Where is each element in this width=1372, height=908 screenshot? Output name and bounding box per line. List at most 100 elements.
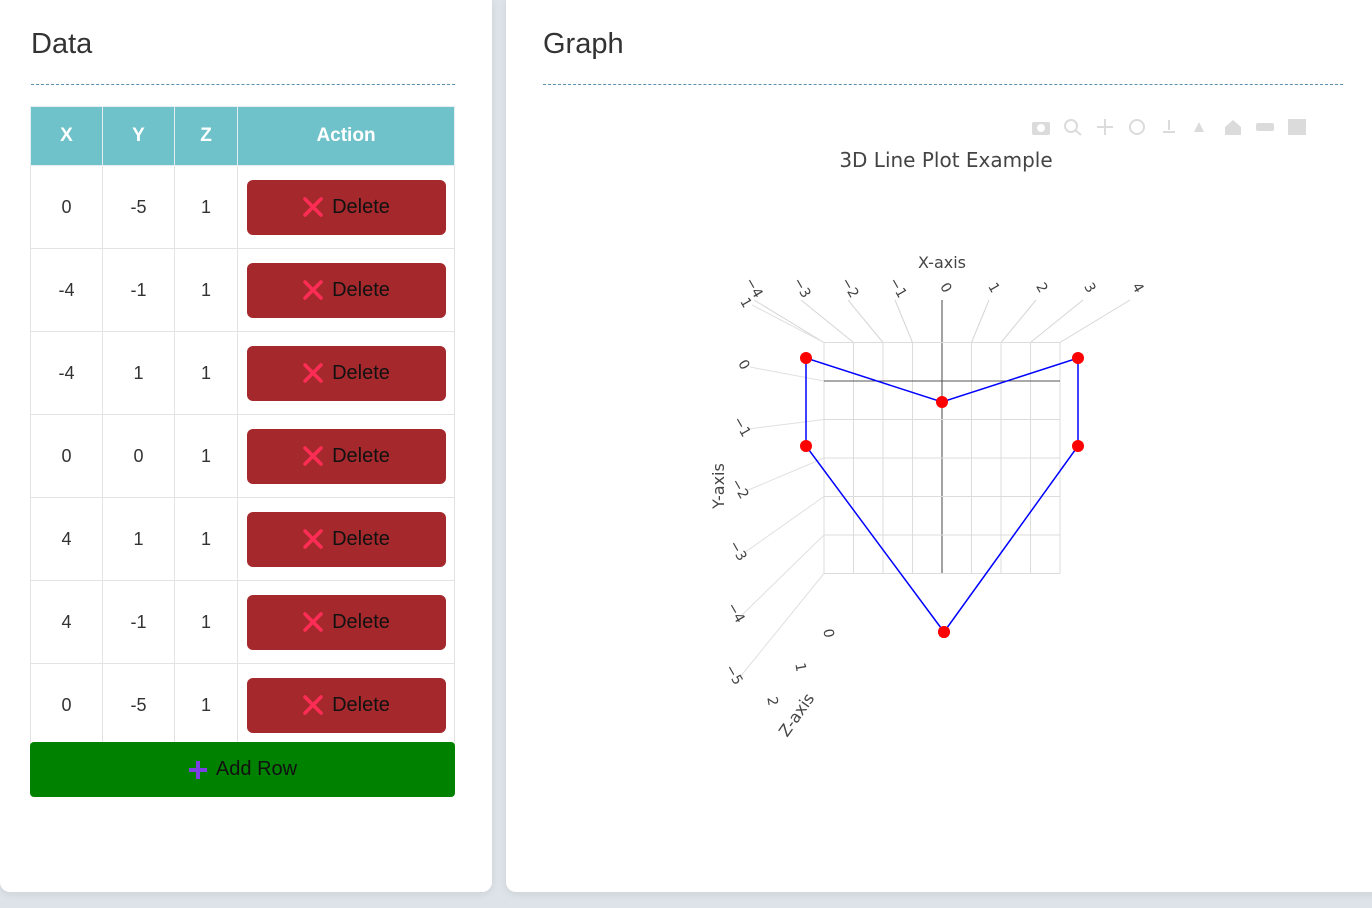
close-icon [303, 197, 323, 217]
data-point[interactable] [800, 440, 812, 452]
data-point[interactable] [1072, 440, 1084, 452]
cell-z: 1 [174, 663, 238, 747]
cell-z: 1 [174, 331, 238, 415]
cell-x: 4 [30, 580, 103, 664]
cell-x: 0 [30, 165, 103, 249]
delete-row-button[interactable]: Delete [246, 428, 446, 484]
x-gridline [1059, 299, 1131, 343]
cell-y: -1 [102, 248, 175, 332]
cell-y: 0 [102, 414, 175, 498]
x-gridline [971, 299, 990, 343]
cell-action: Delete [237, 580, 455, 664]
cell-z: 1 [174, 414, 238, 498]
cell-action: Delete [237, 165, 455, 249]
cell-x: 0 [30, 663, 103, 747]
x-tick-label: −2 [837, 275, 861, 301]
add-row-label: Add Row [215, 758, 298, 780]
z-tick-label: 1 [791, 662, 808, 674]
close-icon [303, 363, 323, 383]
y-tick-label: 0 [734, 357, 752, 373]
close-icon [303, 529, 323, 549]
x-gridline [894, 299, 913, 343]
cell-action: Delete [237, 248, 455, 332]
y-tick-label: −4 [723, 600, 747, 626]
y-gridline [741, 534, 825, 616]
table-row: -4 1 1 Delete [30, 331, 455, 415]
cell-x: 4 [30, 497, 103, 581]
delete-label: Delete [332, 444, 390, 467]
cell-z: 1 [174, 497, 238, 581]
y-tick-label: −3 [725, 538, 749, 564]
y-gridline [749, 366, 825, 382]
header-x: X [30, 106, 103, 166]
delete-label: Delete [332, 195, 390, 218]
data-table: X Y Z Action 0 -5 1 Delete -4 -1 1 Delete -4 1 1 De… [30, 106, 455, 747]
x-tick-label: 2 [1032, 280, 1050, 296]
plus-icon [188, 760, 207, 779]
delete-row-button[interactable]: Delete [246, 511, 446, 567]
y-gridline [739, 573, 825, 678]
data-panel-title: Data [31, 28, 93, 60]
delete-label: Delete [332, 278, 390, 301]
x-tick-label: 0 [936, 280, 954, 296]
data-point[interactable] [936, 396, 948, 408]
data-panel: Data X Y Z Action 0 -5 1 Delete -4 -1 1 Delete -… [0, 0, 492, 892]
header-y: Y [102, 106, 175, 166]
x-gridline [753, 299, 825, 343]
y-tick-label: −1 [729, 414, 753, 440]
delete-label: Delete [332, 610, 390, 633]
cell-y: -1 [102, 580, 175, 664]
delete-row-button[interactable]: Delete [246, 179, 446, 235]
y-gridline [745, 457, 825, 492]
x-gridline [847, 299, 884, 343]
table-row: 0 -5 1 Delete [30, 165, 455, 249]
cell-z: 1 [174, 580, 238, 664]
delete-row-button[interactable]: Delete [246, 594, 446, 650]
cell-y: 1 [102, 497, 175, 581]
table-body: 0 -5 1 Delete -4 -1 1 Delete -4 1 1 Delete 0 0 1 Delete… [30, 165, 455, 747]
cell-x: 0 [30, 414, 103, 498]
x-gridline [1030, 299, 1084, 343]
y-gridline [747, 419, 825, 430]
close-icon [303, 446, 323, 466]
cell-action: Delete [237, 331, 455, 415]
y-axis-label: Y-axis [709, 463, 728, 510]
data-point[interactable] [938, 626, 950, 638]
delete-row-button[interactable]: Delete [246, 677, 446, 733]
x-axis-label: X-axis [918, 253, 966, 272]
delete-row-button[interactable]: Delete [246, 345, 446, 401]
header-action: Action [237, 106, 455, 166]
close-icon [303, 280, 323, 300]
cell-y: -5 [102, 663, 175, 747]
add-row-button[interactable]: Add Row [30, 742, 455, 797]
cell-z: 1 [174, 248, 238, 332]
z-tick-label: 2 [763, 696, 780, 708]
delete-label: Delete [332, 693, 390, 716]
y-tick-label: −2 [727, 476, 751, 502]
cell-action: Delete [237, 414, 455, 498]
z-tick-label: 0 [819, 628, 836, 640]
delete-label: Delete [332, 361, 390, 384]
data-point[interactable] [1072, 352, 1084, 364]
close-icon [303, 612, 323, 632]
table-row: -4 -1 1 Delete [30, 248, 455, 332]
x-tick-label: −3 [789, 275, 813, 301]
y-gridline [751, 304, 825, 343]
plot-3d[interactable]: −4 −3 −2 −1 0 1 2 3 410−1−2−3−4−5012 X-axis Y-ax… [506, 0, 1372, 892]
cell-action: Delete [237, 497, 455, 581]
header-z: Z [174, 106, 238, 166]
cell-action: Delete [237, 663, 455, 747]
delete-label: Delete [332, 527, 390, 550]
cell-y: -5 [102, 165, 175, 249]
table-row: 0 0 1 Delete [30, 414, 455, 498]
cell-y: 1 [102, 331, 175, 415]
cell-x: -4 [30, 248, 103, 332]
data-point[interactable] [800, 352, 812, 364]
y-tick-label: −5 [721, 662, 745, 688]
data-divider [31, 84, 455, 85]
delete-row-button[interactable]: Delete [246, 262, 446, 318]
table-row: 4 -1 1 Delete [30, 580, 455, 664]
y-gridline [743, 496, 825, 554]
y-tick-label: 1 [736, 295, 754, 311]
x-tick-label: 1 [984, 280, 1002, 296]
